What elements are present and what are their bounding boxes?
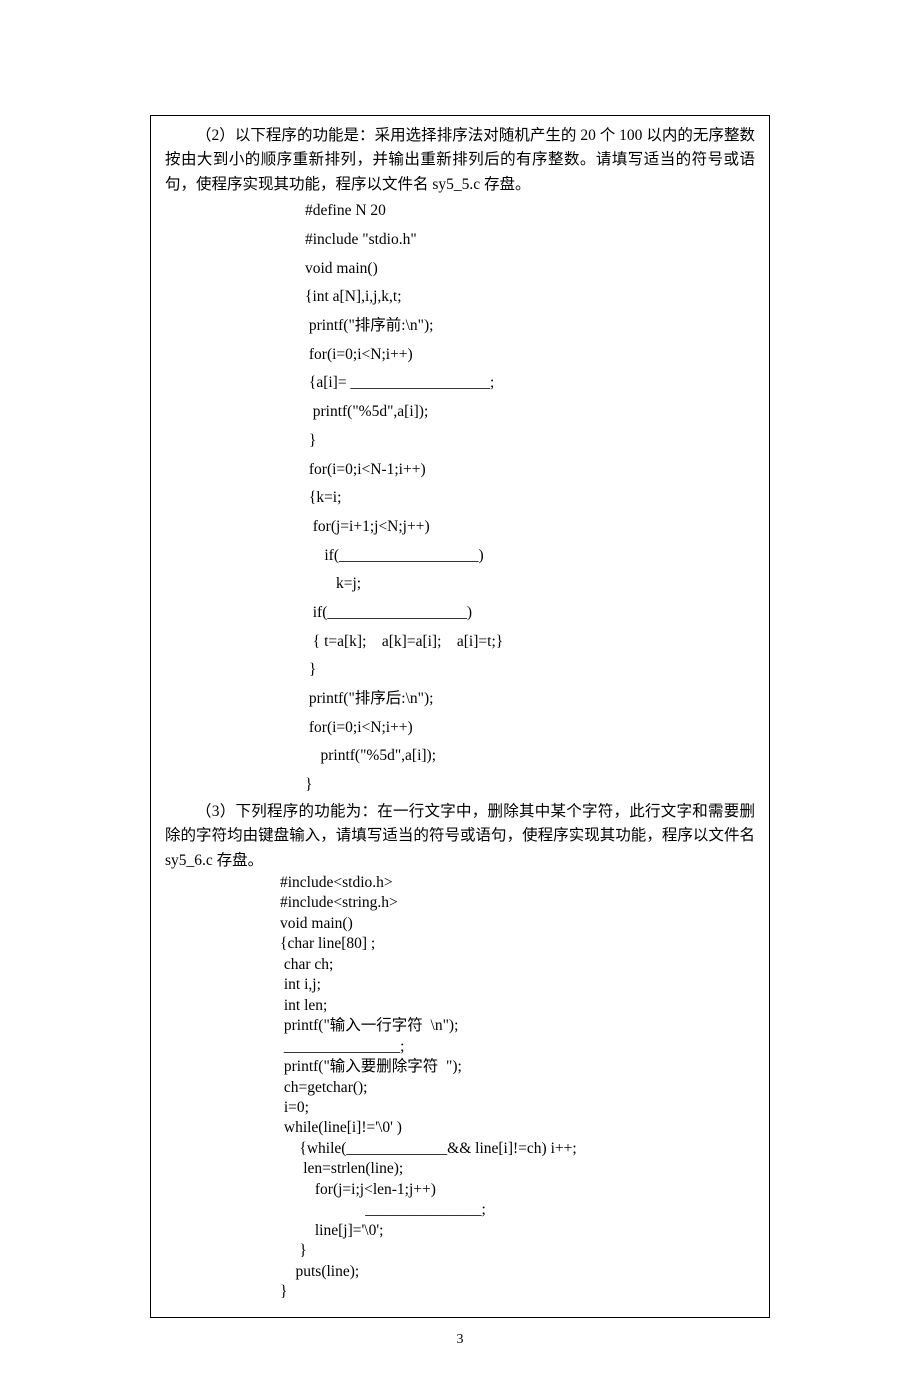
question-2-code: #define N 20 #include "stdio.h" void mai… (305, 197, 755, 799)
page-number: 3 (150, 1332, 770, 1348)
question-3-code: #include<stdio.h> #include<string.h> voi… (280, 873, 755, 1303)
content-frame: （2）以下程序的功能是：采用选择排序法对随机产生的 20 个 100 以内的无序… (150, 115, 770, 1318)
question-3-intro: （3）下列程序的功能为：在一行文字中，删除其中某个字符，此行文字和需要删除的字符… (165, 800, 755, 873)
question-2-intro: （2）以下程序的功能是：采用选择排序法对随机产生的 20 个 100 以内的无序… (165, 124, 755, 197)
